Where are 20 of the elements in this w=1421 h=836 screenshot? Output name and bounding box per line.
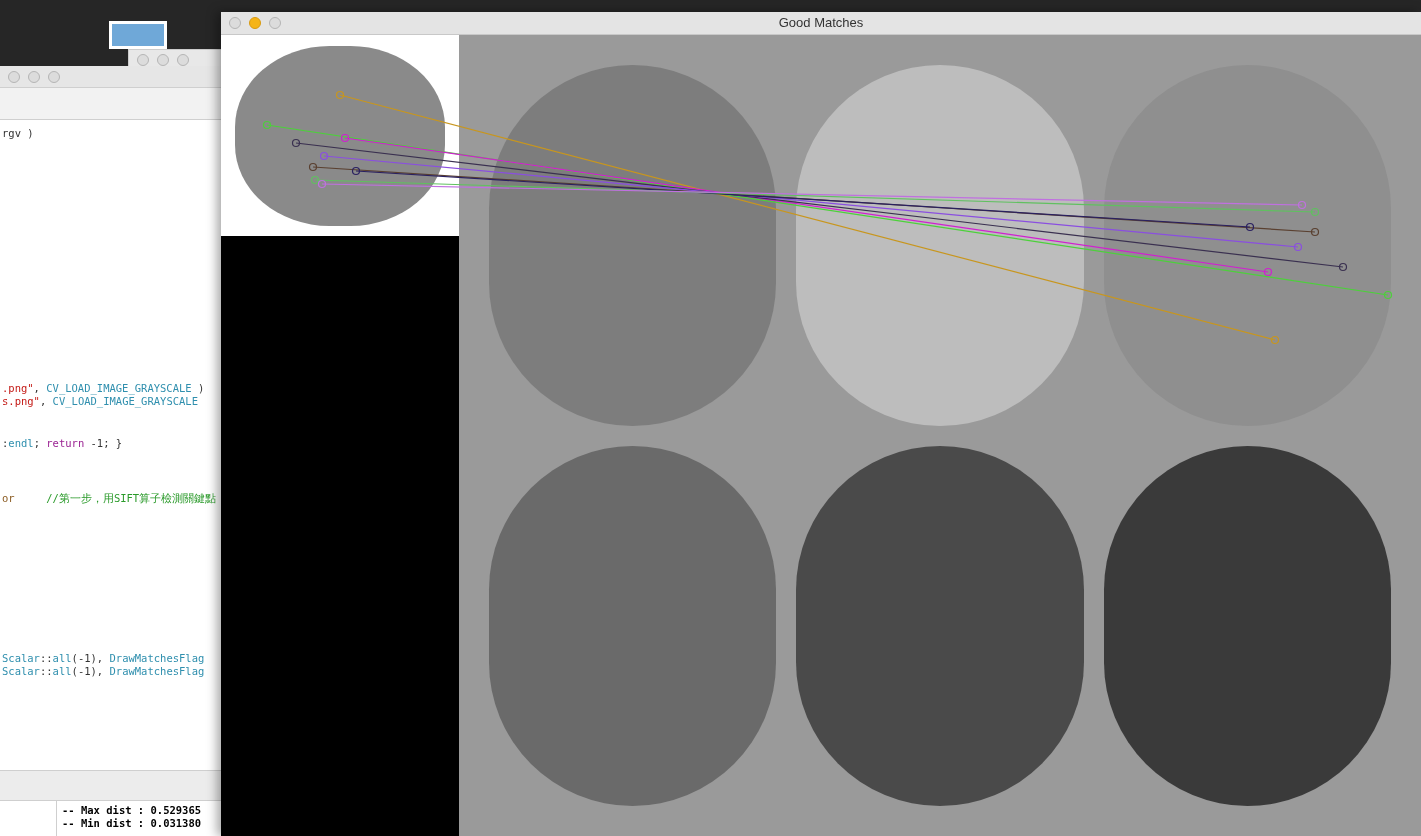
- code-line: Scalar::all(-1), DrawMatchesFlag: [2, 652, 206, 665]
- console-output-line: -- Min dist : 0.031380: [62, 817, 202, 830]
- console-output-line: -- Max dist : 0.529365: [62, 804, 202, 817]
- window-control-icon[interactable]: [157, 54, 169, 66]
- window-control-icon[interactable]: [28, 70, 40, 83]
- app-thumbnail-icon[interactable]: [109, 21, 167, 49]
- window-control-icon[interactable]: [8, 70, 20, 83]
- code-line: :endl; return -1; }: [2, 437, 124, 450]
- code-line: or //第一步，用SIFT算子檢測關鍵點: [2, 492, 218, 505]
- window-title: Good Matches: [778, 14, 864, 33]
- window-control-icon[interactable]: [177, 54, 189, 66]
- code-line: s.png", CV_LOAD_IMAGE_GRAYSCALE: [2, 395, 199, 408]
- window-control-icon[interactable]: [269, 17, 281, 29]
- window-control-icon[interactable]: [137, 54, 149, 66]
- code-line: Scalar::all(-1), DrawMatchesFlag: [2, 665, 206, 678]
- code-line: .png", CV_LOAD_IMAGE_GRAYSCALE ): [2, 382, 206, 395]
- window-control-icon[interactable]: [48, 70, 60, 83]
- code-line: rgv ): [2, 127, 35, 140]
- minimize-icon[interactable]: [249, 17, 261, 29]
- window-control-icon[interactable]: [229, 17, 241, 29]
